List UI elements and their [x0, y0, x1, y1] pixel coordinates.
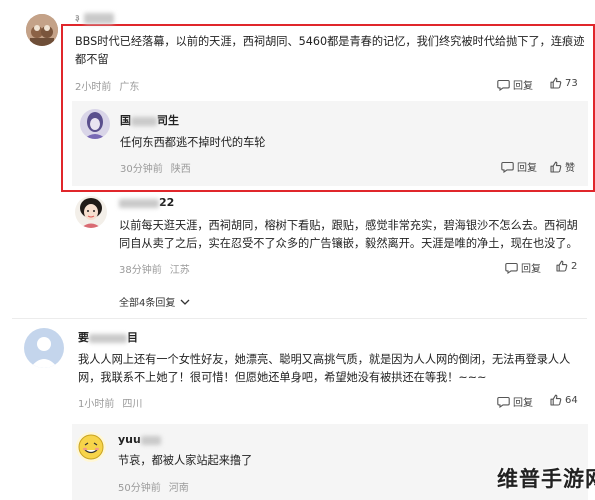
reply-time: 30分钟前	[120, 164, 163, 175]
watermark-logo: 维普手游网	[497, 467, 595, 491]
avatar[interactable]	[80, 109, 110, 139]
comment-location: 四川	[122, 399, 143, 410]
like-label: 赞	[565, 163, 575, 174]
comment-location: 广东	[119, 82, 140, 93]
avatar[interactable]	[24, 328, 64, 368]
thumbs-up-icon	[556, 260, 568, 272]
reply-button[interactable]: 回复	[501, 159, 537, 174]
blurred-username	[119, 198, 159, 208]
comment-time: 38分钟前	[119, 265, 162, 276]
like-count: 64	[565, 394, 578, 406]
reply-meta: 50分钟前 河南	[118, 479, 189, 494]
like-button[interactable]: 64	[550, 394, 578, 406]
thumbs-up-icon	[550, 394, 562, 406]
avatar[interactable]	[76, 432, 106, 462]
reply-time: 50分钟前	[118, 483, 161, 494]
blurred-username	[140, 435, 161, 445]
reply-text: 任何东西都逃不掉时代的车轮	[120, 136, 266, 149]
reply-location: 陕西	[170, 164, 191, 175]
blurred-username	[83, 12, 114, 24]
blurred-username	[131, 116, 157, 126]
reply-label: 回复	[513, 398, 533, 409]
comment-username[interactable]: 要目	[78, 329, 138, 345]
comment-username[interactable]: 22	[119, 196, 174, 209]
comment-meta: 1小时前 四川	[78, 395, 142, 410]
reply-icon	[501, 161, 514, 173]
reply-username[interactable]: yuu	[118, 433, 161, 446]
comment-time: 1小时前	[78, 399, 115, 410]
reply-text: 节哀，都被人家站起来撸了	[118, 454, 253, 467]
reply-button[interactable]: 回复	[505, 260, 541, 275]
like-button[interactable]: 2	[556, 260, 577, 272]
reply-icon	[497, 396, 510, 408]
reply-button[interactable]: 回复	[497, 394, 533, 409]
avatar[interactable]	[26, 14, 58, 46]
like-count: 2	[571, 260, 578, 272]
reply-location: 河南	[168, 483, 189, 494]
reply-label: 回复	[517, 163, 537, 174]
reply-meta: 30分钟前 陕西	[120, 160, 191, 175]
blurred-username	[89, 333, 127, 343]
reply-label: 回复	[521, 264, 541, 275]
comment-meta: 2小时前 广东	[75, 78, 139, 93]
like-button[interactable]: 73	[550, 77, 578, 89]
comment-text: BBS时代已经落幕，以前的天涯，西祠胡同、5460都是青春的记忆，我们终究被时代…	[75, 35, 585, 66]
reply-icon	[497, 79, 510, 91]
like-count: 73	[565, 77, 578, 89]
reply-label: 回复	[513, 81, 533, 92]
comment-username[interactable]: ३	[75, 11, 114, 24]
thumbs-up-icon	[550, 161, 562, 173]
reply-username[interactable]: 国司生	[120, 112, 179, 128]
reply-icon	[505, 262, 518, 274]
comment-text: 以前每天逛天涯，西祠胡同，榕树下看贴，跟贴，感觉非常充实，碧海银沙不怎么去。西祠…	[119, 219, 578, 250]
comment-location: 江苏	[169, 265, 190, 276]
comment-time: 2小时前	[75, 82, 112, 93]
chevron-down-icon	[180, 299, 190, 305]
expand-replies-button[interactable]: 全部4条回复	[119, 294, 191, 309]
thumbs-up-icon	[550, 77, 562, 89]
divider	[12, 318, 587, 319]
comment-meta: 38分钟前 江苏	[119, 261, 190, 276]
comment-text: 我人人网上还有一个女性好友，她漂亮、聪明又高挑气质，就是因为人人网的倒闭，无法再…	[78, 353, 571, 384]
reply-button[interactable]: 回复	[497, 77, 533, 92]
like-button[interactable]: 赞	[550, 159, 575, 174]
avatar[interactable]	[75, 196, 107, 228]
expand-replies-label: 全部4条回复	[119, 298, 176, 309]
